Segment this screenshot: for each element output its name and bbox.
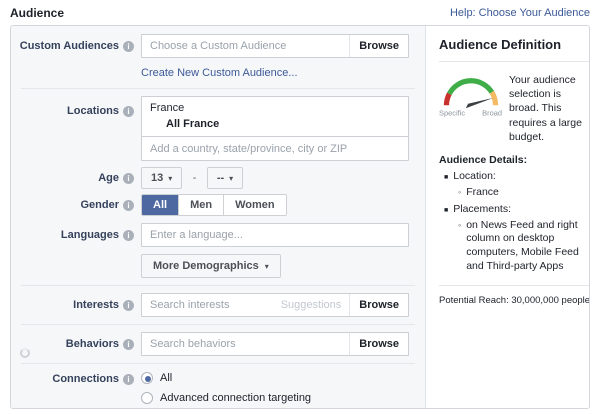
bullet-circle-icon: ◦ bbox=[458, 220, 461, 274]
divider bbox=[21, 363, 415, 364]
gender-segmented-control: All Men Women bbox=[141, 194, 287, 216]
detail-subitem: ◦ on News Feed and right column on deskt… bbox=[439, 219, 590, 274]
behaviors-input-group: Browse bbox=[141, 332, 409, 356]
interests-browse-button[interactable]: Browse bbox=[349, 294, 408, 316]
age-row: Age i 13 ▾ - -- ▾ bbox=[11, 167, 425, 189]
behaviors-browse-button[interactable]: Browse bbox=[349, 333, 408, 355]
divider bbox=[21, 324, 415, 325]
connections-all-radio[interactable] bbox=[141, 372, 153, 384]
gauge-specific-segment bbox=[446, 94, 449, 106]
behaviors-label: Behaviors bbox=[66, 338, 119, 350]
locations-box: France All France bbox=[141, 96, 409, 161]
connections-option-all: All bbox=[141, 372, 416, 384]
behaviors-input[interactable] bbox=[142, 333, 349, 355]
more-demographics-button[interactable]: More Demographics ▾ bbox=[141, 254, 281, 278]
languages-label: Languages bbox=[61, 229, 119, 241]
custom-audiences-browse-button[interactable]: Browse bbox=[349, 35, 408, 57]
bullet-circle-icon: ◦ bbox=[458, 187, 461, 200]
info-icon[interactable]: i bbox=[123, 106, 134, 117]
gender-label: Gender bbox=[80, 199, 119, 211]
audience-definition-panel: Audience Definition Specific Broad Your … bbox=[426, 26, 590, 408]
gender-option-women[interactable]: Women bbox=[223, 195, 286, 215]
selected-location-country: France bbox=[150, 102, 400, 114]
audience-summary: Your audience selection is broad. This r… bbox=[509, 71, 590, 144]
info-icon[interactable]: i bbox=[123, 300, 134, 311]
audience-details-title: Audience Details: bbox=[439, 154, 590, 166]
gender-option-men[interactable]: Men bbox=[178, 195, 223, 215]
audience-form: Custom Audiences i Browse Create New Cus… bbox=[11, 26, 426, 408]
detail-item: ■ Placements: bbox=[439, 203, 590, 217]
potential-reach: Potential Reach: 30,000,000 people bbox=[439, 295, 590, 306]
divider bbox=[21, 285, 415, 286]
gauge-broad-label: Broad bbox=[482, 109, 502, 118]
age-label: Age bbox=[98, 172, 119, 184]
divider bbox=[439, 285, 590, 286]
interests-input-group: Suggestions Browse bbox=[141, 293, 409, 317]
gender-option-all[interactable]: All bbox=[142, 195, 178, 215]
gauge-needle-icon bbox=[466, 98, 494, 108]
info-icon[interactable]: i bbox=[123, 339, 134, 350]
age-range-separator: - bbox=[193, 172, 197, 184]
interests-label: Interests bbox=[73, 299, 119, 311]
info-icon[interactable]: i bbox=[123, 200, 134, 211]
connections-label: Connections bbox=[52, 373, 119, 385]
loading-spinner-icon bbox=[20, 348, 30, 358]
help-link[interactable]: Help: Choose Your Audience bbox=[450, 7, 590, 19]
detail-item: ■ Location: bbox=[439, 170, 590, 184]
info-icon[interactable]: i bbox=[123, 173, 134, 184]
caret-down-icon: ▾ bbox=[168, 174, 172, 183]
custom-audiences-input[interactable] bbox=[142, 35, 349, 57]
behaviors-row: Behaviors i Browse bbox=[11, 332, 425, 356]
divider bbox=[439, 61, 590, 62]
connections-option-advanced: Advanced connection targeting bbox=[141, 392, 416, 404]
languages-row: Languages i bbox=[11, 223, 425, 247]
suggestions-button[interactable]: Suggestions bbox=[273, 299, 350, 311]
info-icon[interactable]: i bbox=[123, 41, 134, 52]
gauge-specific-label: Specific bbox=[439, 109, 465, 118]
audience-definition-title: Audience Definition bbox=[439, 37, 590, 52]
selected-location-region: All France bbox=[166, 118, 400, 130]
languages-input[interactable] bbox=[142, 224, 408, 246]
custom-audiences-input-group: Browse bbox=[141, 34, 409, 58]
caret-down-icon: ▾ bbox=[229, 174, 233, 183]
languages-input-group bbox=[141, 223, 409, 247]
connections-advanced-radio[interactable] bbox=[141, 392, 153, 404]
info-icon[interactable]: i bbox=[123, 374, 134, 385]
caret-down-icon: ▾ bbox=[265, 262, 269, 271]
info-icon[interactable]: i bbox=[123, 230, 134, 241]
custom-audiences-row: Custom Audiences i Browse bbox=[11, 34, 425, 58]
audience-gauge: Specific Broad bbox=[439, 71, 503, 118]
detail-subitem: ◦ France bbox=[439, 186, 590, 200]
locations-input[interactable] bbox=[142, 136, 408, 160]
custom-audiences-label: Custom Audiences bbox=[20, 40, 119, 52]
section-header: Audience Help: Choose Your Audience bbox=[0, 0, 600, 25]
page-title: Audience bbox=[10, 6, 64, 20]
locations-row: Locations i France All France bbox=[11, 96, 425, 161]
bullet-square-icon: ■ bbox=[444, 206, 448, 217]
interests-input[interactable] bbox=[142, 294, 273, 316]
interests-row: Interests i Suggestions Browse bbox=[11, 293, 425, 317]
create-custom-audience-link[interactable]: Create New Custom Audience... bbox=[141, 67, 298, 79]
divider bbox=[21, 88, 415, 89]
age-min-select[interactable]: 13 ▾ bbox=[141, 167, 182, 189]
gauge-broad-segment bbox=[492, 92, 496, 105]
connections-row: Connections i All Advanced connection ta… bbox=[11, 372, 425, 404]
bullet-square-icon: ■ bbox=[444, 173, 448, 184]
audience-card: Custom Audiences i Browse Create New Cus… bbox=[10, 25, 590, 409]
locations-label: Locations bbox=[67, 105, 119, 117]
gender-row: Gender i All Men Women bbox=[11, 194, 425, 216]
age-max-select[interactable]: -- ▾ bbox=[207, 167, 243, 189]
gauge-mid-segment bbox=[449, 81, 491, 94]
